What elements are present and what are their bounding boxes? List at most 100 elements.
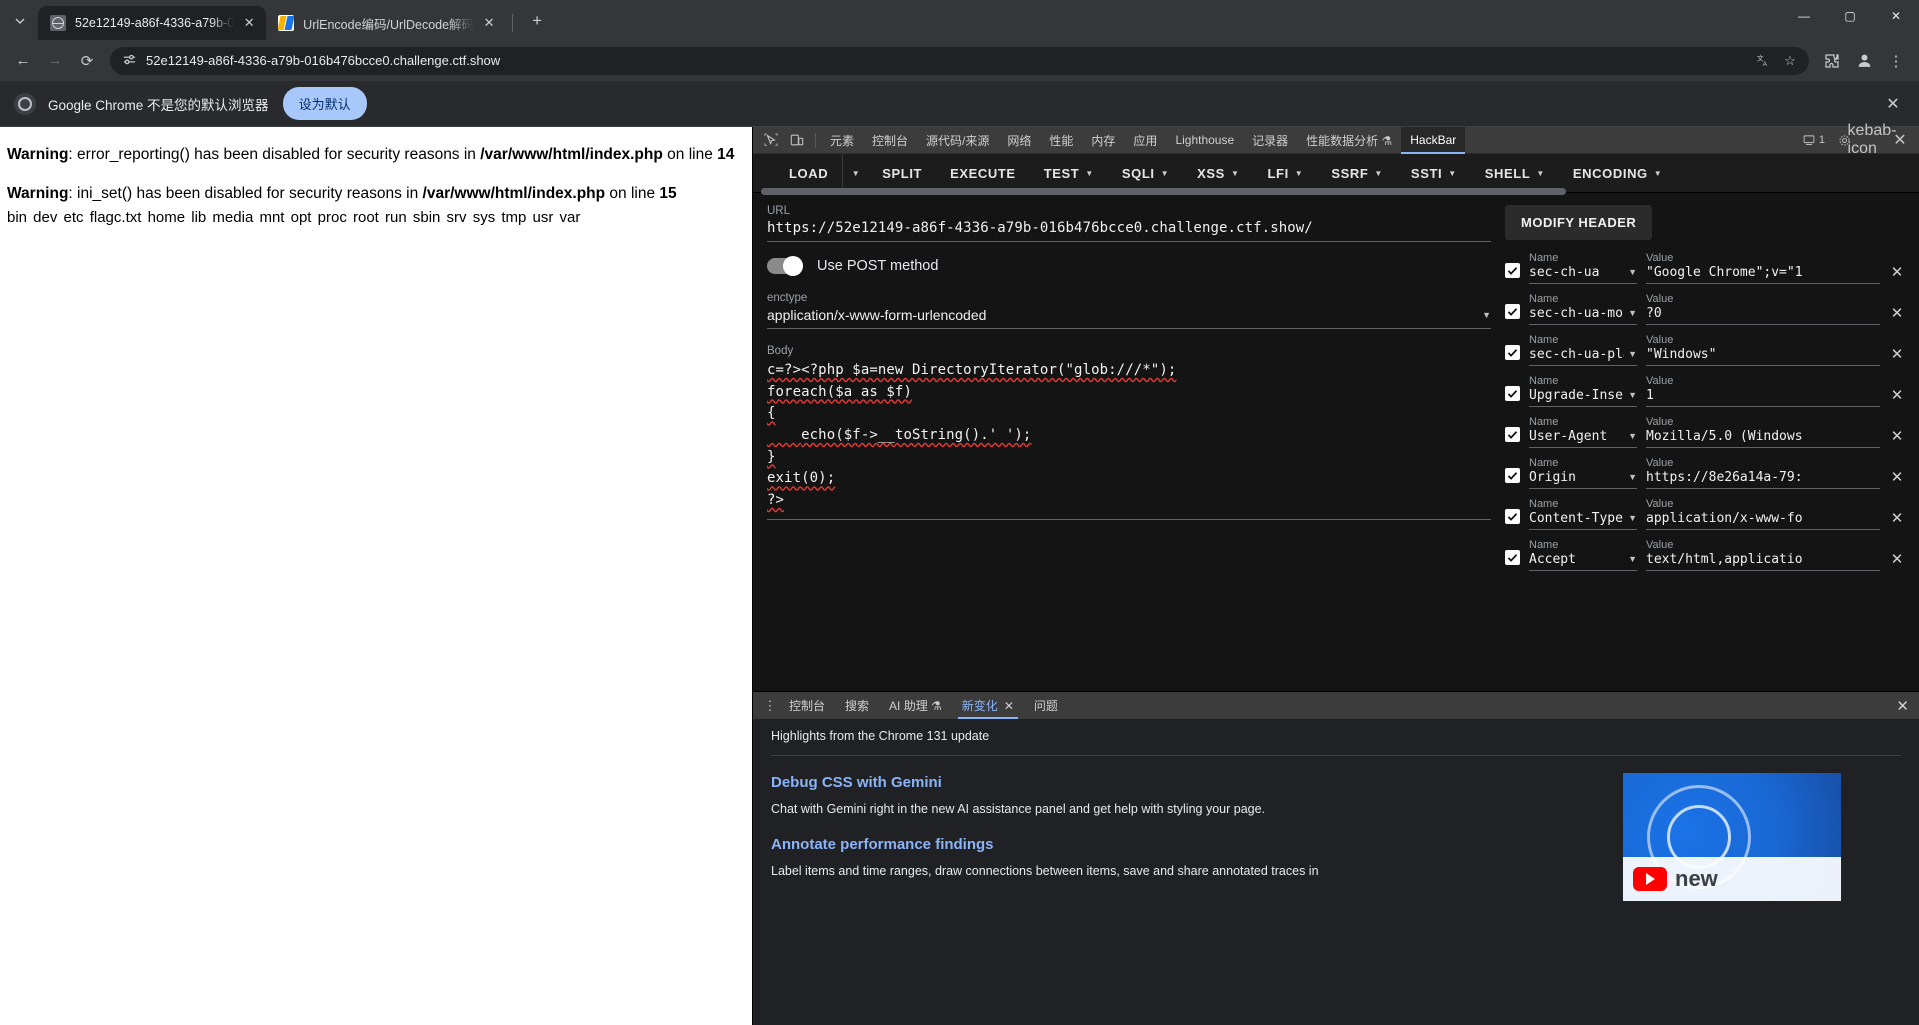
tab-close-icon[interactable]: ✕ <box>480 14 498 32</box>
browser-tab-2[interactable]: UrlEncode编码/UrlDecode解码 ✕ <box>266 6 506 40</box>
reload-icon[interactable]: ⟳ <box>72 46 102 76</box>
hackbar-shell-button[interactable]: SHELL ▼ <box>1471 154 1559 192</box>
header-name-select[interactable]: Accept ▼ <box>1529 552 1637 571</box>
whats-new-video-thumbnail[interactable]: new <box>1623 773 1841 901</box>
chevron-down-icon: ▼ <box>1536 168 1545 178</box>
translate-icon[interactable]: 文A <box>1753 50 1775 72</box>
hackbar-lfi-button[interactable]: LFI ▼ <box>1253 154 1317 192</box>
header-name-select[interactable]: Content-Type ▼ <box>1529 511 1637 530</box>
drawer-more-icon[interactable]: ⋮ <box>761 698 779 714</box>
drawer-tab-issues[interactable]: 问题 <box>1024 692 1068 719</box>
minimize-button[interactable]: — <box>1781 0 1827 32</box>
header-value-input[interactable]: ?0 <box>1646 306 1880 325</box>
header-remove-icon[interactable]: ✕ <box>1889 509 1905 527</box>
header-value-input[interactable]: "Google Chrome";v="1 <box>1646 265 1880 284</box>
close-window-button[interactable]: ✕ <box>1873 0 1919 32</box>
devtools-tab-console[interactable]: 控制台 <box>863 127 917 154</box>
devtools-tab-elements[interactable]: 元素 <box>821 127 863 154</box>
drawer-close-icon[interactable]: ✕ <box>1896 697 1919 715</box>
new-tab-button[interactable]: + <box>523 7 551 35</box>
infobar-close-icon[interactable]: ✕ <box>1881 92 1905 116</box>
devtools-tab-sources[interactable]: 源代码/来源 <box>917 127 998 154</box>
tune-icon[interactable] <box>120 52 138 70</box>
hackbar-toolbar-scrollbar[interactable] <box>761 188 1911 195</box>
devtools-tab-network[interactable]: 网络 <box>998 127 1040 154</box>
enctype-select[interactable]: application/x-www-form-urlencoded ▼ <box>767 307 1491 329</box>
devtools-more-icon[interactable]: kebab-icon <box>1848 122 1897 157</box>
devtools-tab-recorder[interactable]: 记录器 <box>1243 127 1297 154</box>
back-icon[interactable]: ← <box>8 46 38 76</box>
header-enabled-checkbox[interactable] <box>1505 263 1520 278</box>
drawer-tab-ai-assistant[interactable]: AI 助理 ⚗ <box>879 692 952 719</box>
hackbar-xss-button[interactable]: XSS ▼ <box>1183 154 1253 192</box>
hackbar-ssrf-button[interactable]: SSRF ▼ <box>1317 154 1397 192</box>
header-name-select[interactable]: sec-ch-ua-plat… ▼ <box>1529 347 1637 366</box>
puzzle-icon[interactable] <box>1817 46 1847 76</box>
issues-badge[interactable]: 1 <box>1799 134 1829 146</box>
header-value-input[interactable]: application/x-www-fo <box>1646 511 1880 530</box>
header-name-select[interactable]: Upgrade-Insecu… ▼ <box>1529 388 1637 407</box>
header-name-select[interactable]: Origin ▼ <box>1529 470 1637 489</box>
devtools-tab-application[interactable]: 应用 <box>1124 127 1166 154</box>
header-value-input[interactable]: text/html,applicatio <box>1646 552 1880 571</box>
address-bar[interactable]: 52e12149-a86f-4336-a79b-016b476bcce0.cha… <box>110 46 1809 75</box>
hackbar-sqli-button[interactable]: SQLI ▼ <box>1108 154 1183 192</box>
devtools-tab-performance[interactable]: 性能 <box>1040 127 1082 154</box>
header-value-input[interactable]: https://8e26a14a-79: <box>1646 470 1880 489</box>
header-remove-icon[interactable]: ✕ <box>1889 427 1905 445</box>
header-remove-icon[interactable]: ✕ <box>1889 468 1905 486</box>
header-value-input[interactable]: "Windows" <box>1646 347 1880 366</box>
hackbar-encoding-button[interactable]: ENCODING ▼ <box>1559 154 1676 192</box>
header-enabled-checkbox[interactable] <box>1505 304 1520 319</box>
device-toolbar-icon[interactable] <box>784 129 810 151</box>
hackbar-execute-button[interactable]: EXECUTE <box>936 154 1030 192</box>
hackbar-load-dropdown-icon[interactable]: ▼ <box>842 154 868 192</box>
hackbar-ssti-button[interactable]: SSTI ▼ <box>1397 154 1471 192</box>
header-value-input[interactable]: Mozilla/5.0 (Windows <box>1646 429 1880 448</box>
drawer-tab-whats-new[interactable]: 新变化 ✕ <box>952 692 1024 719</box>
header-name-select[interactable]: sec-ch-ua-mobi… ▼ <box>1529 306 1637 325</box>
drawer-tab-console[interactable]: 控制台 <box>779 692 835 719</box>
use-post-toggle[interactable] <box>767 256 803 276</box>
header-value-input[interactable]: 1 <box>1646 388 1880 407</box>
header-name-select[interactable]: sec-ch-ua ▼ <box>1529 265 1637 284</box>
post-method-row[interactable]: Use POST method <box>767 256 1491 276</box>
drawer-tab-close-icon[interactable]: ✕ <box>1004 699 1014 713</box>
modify-header-button[interactable]: MODIFY HEADER <box>1505 205 1653 240</box>
devtools-tab-hackbar[interactable]: HackBar <box>1401 126 1466 154</box>
browser-toolbar: ← → ⟳ 52e12149-a86f-4336-a79b-016b476bcc… <box>0 40 1919 81</box>
body-textarea-wrapper[interactable]: c=?><?php $a=new DirectoryIterator("glob… <box>767 360 1491 520</box>
devtools-close-icon[interactable]: ✕ <box>1887 129 1913 151</box>
hackbar-load-button[interactable]: LOAD <box>775 154 842 192</box>
set-default-button[interactable]: 设为默认 <box>282 87 367 120</box>
devtools-tab-memory[interactable]: 内存 <box>1082 127 1124 154</box>
inspect-cursor-icon[interactable] <box>758 129 784 151</box>
header-enabled-checkbox[interactable] <box>1505 509 1520 524</box>
hackbar-split-button[interactable]: SPLIT <box>868 154 936 192</box>
header-name-select[interactable]: User-Agent ▼ <box>1529 429 1637 448</box>
header-remove-icon[interactable]: ✕ <box>1889 386 1905 404</box>
forward-icon[interactable]: → <box>40 46 70 76</box>
header-enabled-checkbox[interactable] <box>1505 468 1520 483</box>
header-remove-icon[interactable]: ✕ <box>1889 550 1905 568</box>
kebab-menu-icon[interactable]: ⋮ <box>1881 46 1911 76</box>
star-icon[interactable]: ☆ <box>1779 50 1801 72</box>
header-enabled-checkbox[interactable] <box>1505 550 1520 565</box>
header-enabled-checkbox[interactable] <box>1505 386 1520 401</box>
tab-search-icon[interactable] <box>6 7 34 35</box>
devtools-tab-lighthouse[interactable]: Lighthouse <box>1166 127 1243 154</box>
header-remove-icon[interactable]: ✕ <box>1889 345 1905 363</box>
header-enabled-checkbox[interactable] <box>1505 427 1520 442</box>
person-icon[interactable] <box>1849 46 1879 76</box>
url-input[interactable]: https://52e12149-a86f-4336-a79b-016b476b… <box>767 220 1491 236</box>
body-textarea[interactable]: c=?><?php $a=new DirectoryIterator("glob… <box>767 360 1491 512</box>
maximize-button[interactable]: ▢ <box>1827 0 1873 32</box>
browser-tab-1[interactable]: 52e12149-a86f-4336-a79b-0 ✕ <box>38 6 267 40</box>
drawer-tab-search[interactable]: 搜索 <box>835 692 879 719</box>
tab-close-icon[interactable]: ✕ <box>240 14 258 32</box>
hackbar-test-button[interactable]: TEST ▼ <box>1030 154 1108 192</box>
header-enabled-checkbox[interactable] <box>1505 345 1520 360</box>
header-remove-icon[interactable]: ✕ <box>1889 263 1905 281</box>
devtools-tab-performance-insights[interactable]: 性能数据分析 ⚗ <box>1297 127 1401 154</box>
header-remove-icon[interactable]: ✕ <box>1889 304 1905 322</box>
